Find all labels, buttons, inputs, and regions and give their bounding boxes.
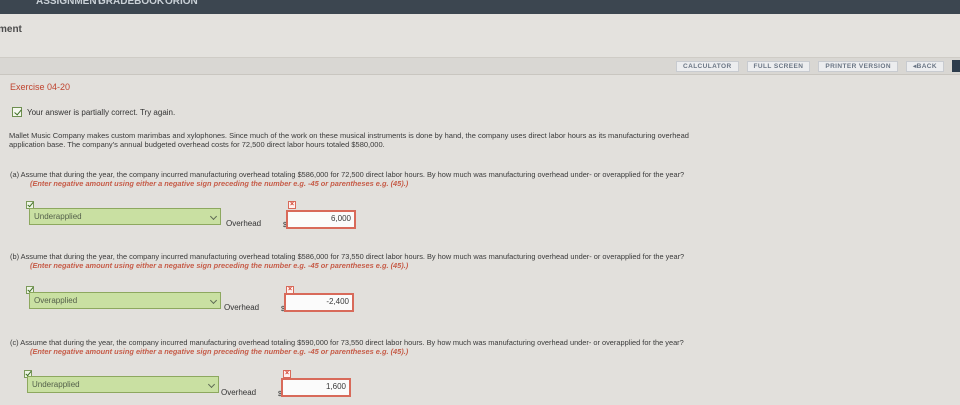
full-screen-button[interactable]: FULL SCREEN xyxy=(746,60,811,72)
question-a-text: (a) Assume that during the year, the com… xyxy=(10,170,685,179)
answer-b-input[interactable]: -2,400 xyxy=(284,293,354,312)
answer-a-selection: Underapplied xyxy=(34,212,82,221)
calculator-button[interactable]: CALCULATOR xyxy=(676,60,739,72)
tab-orion[interactable]: ORION xyxy=(165,0,198,10)
intro-line-2: application base. The company's annual b… xyxy=(9,140,385,149)
question-c-hint: (Enter negative amount using either a ne… xyxy=(30,347,409,356)
status-message: Your answer is partially correct. Try ag… xyxy=(27,107,176,117)
chevron-down-icon xyxy=(209,296,218,305)
partial-check-icon xyxy=(12,107,22,117)
top-nav-bar: Assignment Gradebook ORION xyxy=(0,0,960,14)
answer-c-input[interactable]: 1,600 xyxy=(281,378,351,397)
answer-b-label: Overhead xyxy=(224,303,260,312)
exercise-title: Exercise 04-20 xyxy=(10,82,71,92)
answer-a-select[interactable]: Underapplied xyxy=(29,208,221,225)
problem-intro: Mallet Music Company makes custom marimb… xyxy=(9,131,949,149)
back-button[interactable]: ◂BACK xyxy=(905,60,944,72)
question-a: (a) Assume that during the year, the com… xyxy=(10,170,960,188)
answer-c-selection: Underapplied xyxy=(32,380,80,389)
chevron-down-icon xyxy=(209,212,218,221)
toolbar-end-button[interactable] xyxy=(952,60,960,72)
question-c: (c) Assume that during the year, the com… xyxy=(10,338,960,356)
incorrect-x-icon xyxy=(283,370,291,378)
question-a-hint: (Enter negative amount using either a ne… xyxy=(30,179,409,188)
answer-a-input[interactable]: 6,000 xyxy=(286,210,356,229)
answer-c-select[interactable]: Underapplied xyxy=(27,376,219,393)
chevron-down-icon xyxy=(207,380,216,389)
intro-line-1: Mallet Music Company makes custom marimb… xyxy=(9,131,689,140)
answer-b-select[interactable]: Overapplied xyxy=(29,292,221,309)
back-label: BACK xyxy=(916,62,937,70)
answer-c-label: Overhead xyxy=(221,388,257,397)
question-b-hint: (Enter negative amount using either a ne… xyxy=(30,261,409,270)
toolbar: CALCULATOR FULL SCREEN PRINTER VERSION ◂… xyxy=(676,57,960,75)
section-title: ment xyxy=(0,24,22,35)
answer-status: Your answer is partially correct. Try ag… xyxy=(12,107,175,117)
printer-version-button[interactable]: PRINTER VERSION xyxy=(818,60,898,72)
question-b: (b) Assume that during the year, the com… xyxy=(10,252,960,270)
question-c-text: (c) Assume that during the year, the com… xyxy=(10,338,684,347)
tab-gradebook[interactable]: Gradebook xyxy=(98,0,164,10)
tab-assignment[interactable]: Assignment xyxy=(36,0,103,10)
answer-a-label: Overhead xyxy=(226,219,262,228)
incorrect-x-icon xyxy=(288,201,296,209)
question-b-text: (b) Assume that during the year, the com… xyxy=(10,252,685,261)
section-header: ment xyxy=(0,14,960,58)
answer-b-selection: Overapplied xyxy=(34,296,78,305)
